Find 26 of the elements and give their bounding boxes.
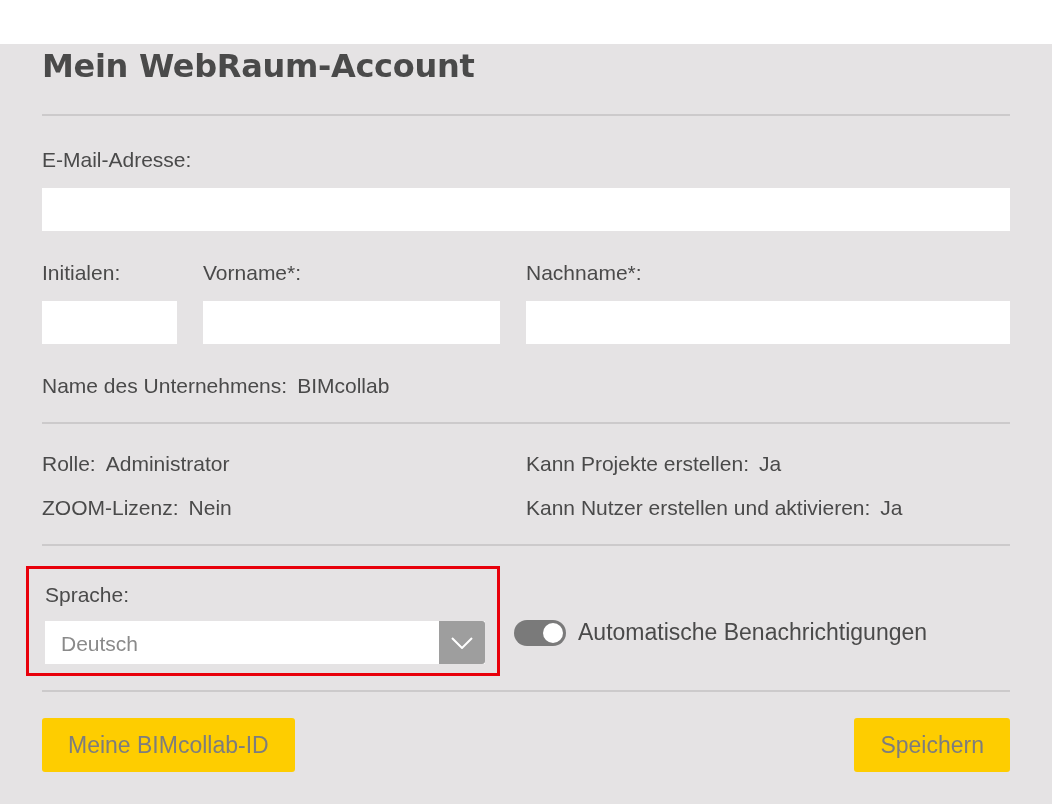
name-input[interactable]	[526, 301, 1010, 344]
info-value: Ja	[880, 496, 903, 520]
language-dropdown[interactable]: Deutsch	[45, 621, 485, 664]
name-input[interactable]	[203, 301, 500, 344]
info-label: Rolle:	[42, 452, 96, 476]
field-label: Vorname*:	[203, 261, 303, 285]
chevron-down-icon	[451, 636, 473, 649]
toggle-switch[interactable]	[514, 619, 566, 646]
info-label: ZOOM-Lizenz:	[42, 496, 179, 520]
field-label: Nachname*:	[526, 261, 643, 285]
action-button[interactable]: Speichern	[854, 718, 1010, 772]
info-value: BIMcollab	[297, 374, 390, 398]
field-label: Initialen:	[42, 261, 122, 285]
toggle-label: Automatische Benachrichtigungen	[578, 619, 928, 646]
info-value: Nein	[188, 496, 232, 520]
info-value: Administrator	[105, 452, 230, 476]
info-label: Name des Unternehmens:	[42, 374, 288, 398]
email-input[interactable]	[42, 188, 1010, 231]
action-button[interactable]: Meine BIMcollab-ID	[42, 718, 295, 772]
field-label: E-Mail-Adresse:	[42, 148, 193, 172]
info-label: Kann Projekte erstellen:	[526, 452, 749, 476]
info-label: Kann Nutzer erstellen und aktivieren:	[526, 496, 871, 520]
info-value: Ja	[758, 452, 782, 476]
name-input[interactable]	[42, 301, 177, 344]
field-label: Sprache:	[45, 583, 131, 607]
page-title: Mein WebRaum-Account	[42, 46, 476, 87]
